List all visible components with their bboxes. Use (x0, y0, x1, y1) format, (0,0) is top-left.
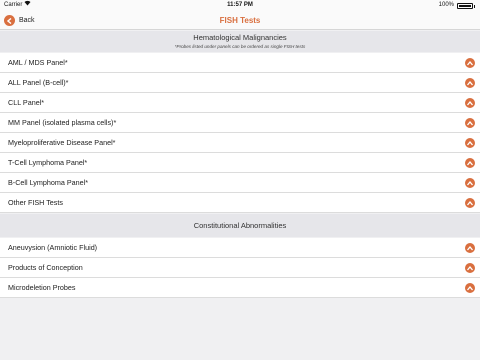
list-item-label: B-Cell Lymphoma Panel* (8, 178, 89, 187)
page-title: FISH Tests (219, 16, 261, 25)
list-item-label: Other FISH Tests (8, 198, 63, 207)
chevron-up-icon (465, 243, 475, 253)
chevron-up-icon (465, 178, 475, 188)
chevron-up-icon (465, 263, 475, 273)
list-item-cll-panel[interactable]: CLL Panel* (0, 93, 480, 113)
list-item-t-cell-lymphoma-panel[interactable]: T-Cell Lymphoma Panel* (0, 153, 480, 173)
list-item-label: CLL Panel* (8, 98, 45, 107)
list-item-label: Products of Conception (8, 263, 83, 272)
chevron-up-icon (465, 78, 475, 88)
chevron-up-icon (465, 198, 475, 208)
list-item-microdeletion-probes[interactable]: Microdeletion Probes (0, 278, 480, 298)
list-item-aneuvysion[interactable]: Aneuvysion (Amniotic Fluid) (0, 238, 480, 258)
section-header-constitutional: Constitutional Abnormalities (0, 214, 480, 237)
section-title: Hematological Malignancies (193, 33, 287, 42)
list-item-mm-panel[interactable]: MM Panel (isolated plasma cells)* (0, 113, 480, 133)
section-note: *Probes listed under panels can be order… (174, 44, 306, 49)
battery-percentage: 100% (438, 2, 454, 8)
chevron-up-icon (465, 118, 475, 128)
list-item-all-panel[interactable]: ALL Panel (B-cell)* (0, 73, 480, 93)
section-header-hematological: Hematological Malignancies *Probes liste… (0, 31, 480, 52)
list-item-other-fish-tests[interactable]: Other FISH Tests (0, 193, 480, 213)
status-time: 11:57 PM (227, 2, 253, 8)
list-item-myeloproliferative-panel[interactable]: Myeloproliferative Disease Panel* (0, 133, 480, 153)
list-item-b-cell-lymphoma-panel[interactable]: B-Cell Lymphoma Panel* (0, 173, 480, 193)
chevron-up-icon (465, 158, 475, 168)
chevron-up-icon (465, 283, 475, 293)
list-item-aml-mds-panel[interactable]: AML / MDS Panel* (0, 53, 480, 73)
list-item-label: MM Panel (isolated plasma cells)* (8, 118, 117, 127)
chevron-up-icon (465, 58, 475, 68)
list-item-label: Myeloproliferative Disease Panel* (8, 138, 116, 147)
list-item-label: Microdeletion Probes (8, 283, 76, 292)
chevron-up-icon (465, 138, 475, 148)
chevron-up-icon (465, 98, 475, 108)
list-item-label: ALL Panel (B-cell)* (8, 78, 69, 87)
section-title: Constitutional Abnormalities (193, 221, 287, 230)
list-item-label: AML / MDS Panel* (8, 58, 68, 67)
navigation-bar: Back FISH Tests (0, 11, 480, 30)
list-item-label: Aneuvysion (Amniotic Fluid) (8, 243, 98, 252)
list-item-products-of-conception[interactable]: Products of Conception (0, 258, 480, 278)
list-item-label: T-Cell Lymphoma Panel* (8, 158, 88, 167)
battery-icon (457, 3, 475, 9)
status-bar: Carrier 11:57 PM 100% (0, 0, 480, 11)
